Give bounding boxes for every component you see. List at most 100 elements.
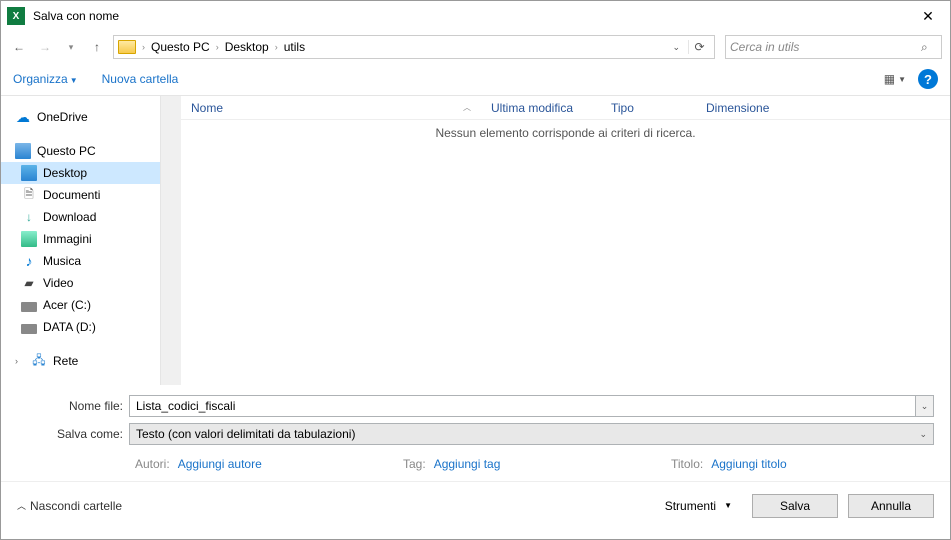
sidebar-item-label: Acer (C:) bbox=[43, 298, 91, 312]
sidebar-item-drive-c[interactable]: Acer (C:) bbox=[1, 294, 160, 316]
hide-folders-button[interactable]: ︿ Nascondi cartelle bbox=[17, 499, 122, 513]
sidebar-item-label: Rete bbox=[53, 354, 78, 368]
column-name[interactable]: Nome ︿ bbox=[181, 101, 481, 115]
path-history-dropdown[interactable]: ⌄ bbox=[668, 42, 686, 53]
dialog-footer: ︿ Nascondi cartelle Strumenti ▼ Salva An… bbox=[1, 481, 950, 529]
documents-icon bbox=[21, 187, 37, 203]
save-button[interactable]: Salva bbox=[752, 494, 838, 518]
savetype-label: Salva come: bbox=[17, 427, 129, 441]
navbar: ← → ▾ ↑ › Questo PC › Desktop › utils ⌄ … bbox=[1, 31, 950, 63]
sidebar-item-thispc[interactable]: Questo PC bbox=[1, 140, 160, 162]
sidebar-item-download[interactable]: Download bbox=[1, 206, 160, 228]
thispc-icon bbox=[15, 143, 31, 159]
savetype-select[interactable]: Testo (con valori delimitati da tabulazi… bbox=[129, 423, 934, 445]
folder-icon bbox=[118, 40, 136, 54]
sidebar-item-onedrive[interactable]: OneDrive bbox=[1, 106, 160, 128]
tag-field[interactable]: Aggiungi tag bbox=[434, 457, 501, 471]
close-icon[interactable]: ✕ bbox=[908, 2, 948, 30]
column-headers[interactable]: Nome ︿ Ultima modifica Tipo Dimensione bbox=[181, 96, 950, 120]
drive-icon bbox=[21, 324, 37, 334]
chevron-down-icon: ▼ bbox=[898, 75, 906, 84]
excel-icon: X bbox=[7, 7, 25, 25]
savetype-value: Testo (con valori delimitati da tabulazi… bbox=[136, 427, 355, 441]
music-icon bbox=[21, 253, 37, 269]
toolbar: Organizza▼ Nuova cartella ▦ ▼ ? bbox=[1, 63, 950, 95]
content-area: OneDrive Questo PC Desktop Documenti Dow… bbox=[1, 95, 950, 385]
filename-label: Nome file: bbox=[17, 399, 129, 413]
path-separator-icon: › bbox=[273, 42, 280, 52]
titlebar: X Salva con nome ✕ bbox=[1, 1, 950, 31]
sidebar-item-label: Video bbox=[43, 276, 73, 290]
video-icon bbox=[21, 275, 37, 291]
file-area: Nome ︿ Ultima modifica Tipo Dimensione N… bbox=[161, 96, 950, 385]
tag-label: Tag: bbox=[403, 457, 426, 471]
window-title: Salva con nome bbox=[33, 9, 119, 23]
column-size[interactable]: Dimensione bbox=[696, 101, 796, 115]
drive-icon bbox=[21, 302, 37, 312]
tree-scrollbar[interactable] bbox=[161, 96, 181, 385]
breadcrumb-bar[interactable]: › Questo PC › Desktop › utils ⌄ ⟳ bbox=[113, 35, 715, 59]
sidebar-item-label: DATA (D:) bbox=[43, 320, 96, 334]
sidebar-item-network[interactable]: › Rete bbox=[1, 350, 160, 372]
title-label: Titolo: bbox=[671, 457, 703, 471]
chevron-up-icon: ︿ bbox=[17, 499, 26, 512]
metadata-row: Autori: Aggiungi autore Tag: Aggiungi ta… bbox=[17, 451, 934, 481]
search-box[interactable]: ⌕ bbox=[725, 35, 942, 59]
hide-folders-label: Nascondi cartelle bbox=[30, 499, 122, 513]
sidebar-item-label: Desktop bbox=[43, 166, 87, 180]
empty-folder-message: Nessun elemento corrisponde ai criteri d… bbox=[181, 120, 950, 146]
sidebar-item-documents[interactable]: Documenti bbox=[1, 184, 160, 206]
search-input[interactable] bbox=[730, 40, 921, 54]
sidebar-item-video[interactable]: Video bbox=[1, 272, 160, 294]
nav-up-button[interactable]: ↑ bbox=[87, 37, 107, 57]
sidebar-item-label: Documenti bbox=[43, 188, 100, 202]
folder-tree[interactable]: OneDrive Questo PC Desktop Documenti Dow… bbox=[1, 96, 161, 385]
save-form: Nome file: ⌄ Salva come: Testo (con valo… bbox=[1, 385, 950, 481]
file-list[interactable]: Nome ︿ Ultima modifica Tipo Dimensione N… bbox=[181, 96, 950, 385]
help-icon[interactable]: ? bbox=[918, 69, 938, 89]
sort-asc-icon: ︿ bbox=[463, 102, 471, 113]
desktop-icon bbox=[21, 165, 37, 181]
column-label: Nome bbox=[191, 101, 223, 115]
authors-label: Autori: bbox=[135, 457, 170, 471]
search-icon[interactable]: ⌕ bbox=[921, 40, 937, 55]
sidebar-item-drive-d[interactable]: DATA (D:) bbox=[1, 316, 160, 338]
tools-label: Strumenti bbox=[665, 499, 716, 513]
organize-label: Organizza bbox=[13, 72, 68, 86]
view-icon: ▦ bbox=[884, 72, 894, 86]
sidebar-item-label: OneDrive bbox=[37, 110, 88, 124]
images-icon bbox=[21, 231, 37, 247]
chevron-down-icon: ⌄ bbox=[919, 429, 927, 440]
view-options-button[interactable]: ▦ ▼ bbox=[884, 72, 906, 86]
nav-back-button[interactable]: ← bbox=[9, 37, 29, 57]
column-type[interactable]: Tipo bbox=[601, 101, 696, 115]
nav-forward-button: → bbox=[35, 37, 55, 57]
chevron-down-icon: ▼ bbox=[724, 501, 732, 510]
cancel-button[interactable]: Annulla bbox=[848, 494, 934, 518]
onedrive-icon bbox=[15, 109, 31, 125]
path-separator-icon: › bbox=[140, 42, 147, 52]
sidebar-item-desktop[interactable]: Desktop bbox=[1, 162, 160, 184]
tools-menu[interactable]: Strumenti ▼ bbox=[665, 499, 732, 513]
chevron-right-icon[interactable]: › bbox=[15, 356, 25, 366]
sidebar-item-label: Musica bbox=[43, 254, 81, 268]
path-separator-icon: › bbox=[214, 42, 221, 52]
title-field[interactable]: Aggiungi titolo bbox=[711, 457, 786, 471]
nav-recent-dropdown[interactable]: ▾ bbox=[61, 37, 81, 57]
refresh-icon[interactable]: ⟳ bbox=[688, 40, 710, 54]
sidebar-item-label: Download bbox=[43, 210, 96, 224]
filename-history-dropdown[interactable]: ⌄ bbox=[916, 395, 934, 417]
column-modified[interactable]: Ultima modifica bbox=[481, 101, 601, 115]
sidebar-item-images[interactable]: Immagini bbox=[1, 228, 160, 250]
breadcrumb-segment[interactable]: utils bbox=[280, 36, 309, 58]
breadcrumb-segment[interactable]: Questo PC bbox=[147, 36, 214, 58]
breadcrumb-segment[interactable]: Desktop bbox=[221, 36, 273, 58]
network-icon bbox=[31, 353, 47, 369]
authors-field[interactable]: Aggiungi autore bbox=[178, 457, 262, 471]
download-icon bbox=[21, 209, 37, 225]
sidebar-item-label: Questo PC bbox=[37, 144, 96, 158]
filename-input[interactable] bbox=[129, 395, 916, 417]
organize-menu[interactable]: Organizza▼ bbox=[13, 72, 78, 86]
new-folder-button[interactable]: Nuova cartella bbox=[102, 72, 179, 86]
sidebar-item-music[interactable]: Musica bbox=[1, 250, 160, 272]
